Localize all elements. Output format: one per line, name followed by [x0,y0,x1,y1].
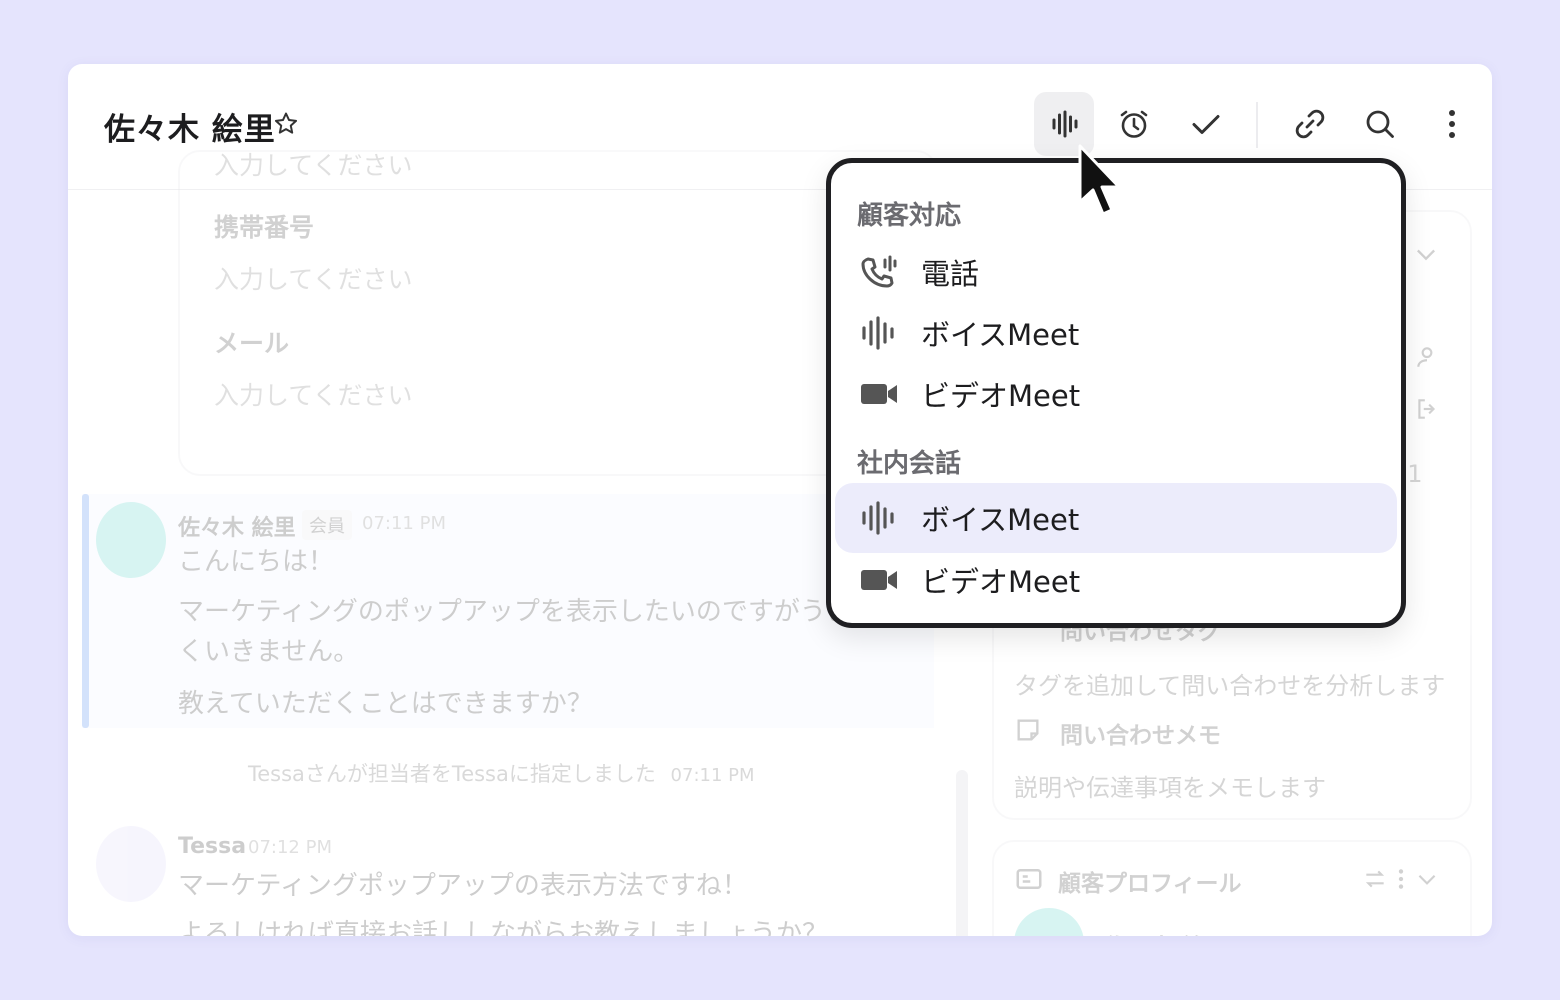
message-line: マーケティングポップアップの表示方法ですね！ [178,871,748,901]
memo-title: 問い合わせメモ [1060,723,1221,749]
message-sender: 佐々木 絵里 [178,516,296,541]
swap-icon[interactable] [1362,866,1388,892]
conversation-area: 入力してください 携帯番号 入力してください メール 入力してください 佐々木 … [68,150,968,936]
menu-item-label: 電話 [921,257,980,291]
contact-form-card: 入力してください 携帯番号 入力してください メール 入力してください [178,150,938,476]
video-camera-icon [861,384,897,404]
menu-item-internal-video-meet[interactable]: ビデオMeet [835,545,1397,615]
phone-field[interactable]: 入力してください [214,260,413,296]
highlight-bar [82,494,89,728]
menu-item-label: ボイスMeet [921,318,1080,352]
profile-title: 顧客プロフィール [1058,871,1242,897]
toolbar-divider [1256,102,1258,148]
logout-icon[interactable] [1414,396,1440,422]
video-camera-icon [861,570,897,590]
assign-user-icon[interactable] [1414,344,1440,370]
message-line: マーケティングのポップアップを表示したいのですがうま [178,597,852,627]
avatar [1014,908,1084,936]
menu-item-voice-meet[interactable]: ボイスMeet [835,298,1397,368]
menu-item-label: ビデオMeet [921,379,1081,413]
avatar[interactable] [96,502,166,578]
customer-profile-card: 顧客プロフィール 佐々木 絵里 [992,840,1472,936]
call-type-dropdown: 顧客対応 電話 ボイスMeet ビデオMeet 社内会話 ボイスMeet ビデオ… [826,158,1406,628]
link-icon [1295,109,1325,139]
scrollbar[interactable] [956,770,968,936]
email-field[interactable]: 入力してください [214,376,413,412]
system-message-text: Tessaさんが担当者をTessaに指定しました [248,762,656,786]
message-sender: Tessa [178,834,247,859]
menu-item-video-meet[interactable]: ビデオMeet [835,359,1397,429]
chevron-down-icon[interactable] [1414,866,1440,892]
message-line: よろしければ直接お話ししながらお教えしましょうか？ [178,919,829,936]
profile-name: 佐々木 絵里 [1104,928,1227,936]
tag-hint[interactable]: タグを追加して問い合わせを分析します [1014,666,1445,701]
message-time: 07:11 PM [362,513,446,534]
system-message: Tessaさんが担当者をTessaに指定しました 07:11 PM [248,758,755,788]
star-icon[interactable] [272,110,300,138]
page-title: 佐々木 絵里 [104,112,276,148]
avatar[interactable] [96,826,166,902]
resolve-button[interactable] [1176,92,1236,156]
alarm-clock-icon [1120,110,1148,138]
message-time: 07:12 PM [248,837,332,858]
message-line: こんにちは！ [178,547,335,577]
message-line: 教えていただくことはできますか？ [178,689,593,719]
id-card-icon [1016,869,1042,889]
check-icon [1192,115,1220,134]
field-label: メール [214,329,290,358]
section-label-internal: 社内会話 [857,449,962,479]
more-vertical-icon[interactable] [1388,866,1414,892]
field-label: 携帯番号 [214,213,315,242]
voice-wave-icon [1052,110,1078,138]
phone-icon [861,255,897,288]
search-button[interactable] [1350,92,1410,156]
system-message-time: 07:11 PM [670,765,755,786]
search-icon [1366,110,1394,138]
section-label-customer: 顧客対応 [857,201,962,231]
more-vertical-icon [1449,110,1455,138]
memo-hint[interactable]: 説明や伝達事項をメモします [1014,768,1326,803]
chevron-down-icon[interactable] [1412,240,1440,268]
menu-item-label: ボイスMeet [921,503,1080,537]
memo-icon [1017,719,1039,741]
voice-wave-icon [862,316,894,350]
copy-link-button[interactable] [1280,92,1340,156]
more-button[interactable] [1422,92,1482,156]
menu-item-phone[interactable]: 電話 [835,237,1397,307]
menu-item-internal-voice-meet[interactable]: ボイスMeet [835,483,1397,553]
field-placeholder[interactable]: 入力してください [214,146,413,182]
mouse-cursor-icon [1078,144,1121,216]
menu-item-label: ビデオMeet [921,565,1081,599]
member-badge: 会員 [302,510,352,540]
message-line: くいきません。 [178,637,360,667]
voice-wave-icon [862,501,894,535]
